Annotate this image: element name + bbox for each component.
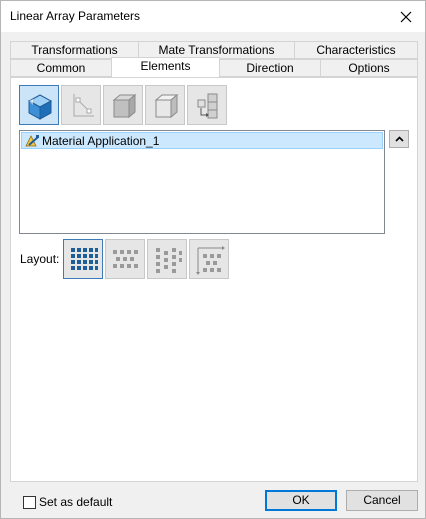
elements-panel: Material Application_1 Layout: bbox=[10, 77, 418, 482]
tab-options[interactable]: Options bbox=[320, 59, 418, 77]
select-solid-button[interactable] bbox=[19, 85, 59, 125]
layout-grid-button[interactable] bbox=[63, 239, 103, 279]
tab-characteristics[interactable]: Characteristics bbox=[294, 41, 418, 59]
list-item[interactable]: Material Application_1 bbox=[21, 132, 383, 149]
collapse-button[interactable] bbox=[389, 130, 409, 148]
axis-select-icon bbox=[73, 94, 94, 117]
box-solid-icon bbox=[112, 93, 137, 119]
cancel-button[interactable]: Cancel bbox=[346, 490, 418, 511]
layout-staggered-button[interactable] bbox=[147, 239, 187, 279]
elements-list[interactable]: Material Application_1 bbox=[19, 130, 385, 234]
set-default-checkbox[interactable] bbox=[23, 496, 36, 509]
ok-button[interactable]: OK bbox=[265, 490, 337, 511]
set-default-label: Set as default bbox=[39, 495, 113, 509]
box-outline-button[interactable] bbox=[145, 85, 185, 125]
stack-arrow-button[interactable] bbox=[187, 85, 227, 125]
layout-offset-grid-button[interactable] bbox=[105, 239, 145, 279]
tab-elements[interactable]: Elements bbox=[111, 57, 220, 77]
title-bar: Linear Array Parameters bbox=[1, 1, 425, 32]
list-item-label: Material Application_1 bbox=[42, 134, 160, 148]
box-outline-icon bbox=[154, 93, 179, 119]
path-layout-icon bbox=[196, 246, 225, 275]
layout-label: Layout: bbox=[20, 252, 60, 266]
solid-select-icon bbox=[27, 94, 53, 120]
material-application-icon bbox=[25, 135, 39, 147]
select-axis-button[interactable] bbox=[61, 85, 101, 125]
layout-path-button[interactable] bbox=[189, 239, 229, 279]
dialog-window: Linear Array Parameters Transformations … bbox=[0, 0, 426, 519]
box-solid-button[interactable] bbox=[103, 85, 143, 125]
tab-direction[interactable]: Direction bbox=[219, 59, 321, 77]
close-icon bbox=[400, 11, 412, 22]
grid-layout-icon bbox=[71, 248, 98, 270]
chevron-up-icon bbox=[395, 136, 404, 142]
close-button[interactable] bbox=[387, 1, 425, 32]
window-title: Linear Array Parameters bbox=[10, 9, 141, 23]
stack-arrow-icon bbox=[197, 93, 218, 119]
tab-common[interactable]: Common bbox=[10, 59, 112, 77]
staggered-layout-icon bbox=[156, 248, 182, 273]
offset-grid-layout-icon bbox=[113, 250, 138, 268]
